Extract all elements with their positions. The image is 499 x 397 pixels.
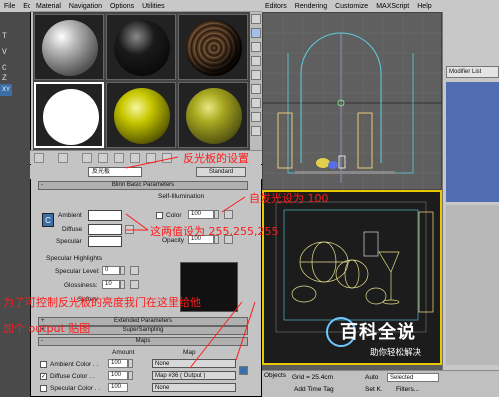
annotation-color-values: 这两值设为 255,255,255: [150, 225, 279, 238]
annotation-output-line2: 加个 output 贴图: [3, 322, 91, 335]
annotation-output-line1: 为了可控制反光板的亮度我门在这里给他: [3, 296, 201, 309]
watermark-subtitle: 助你轻松解决: [370, 348, 422, 358]
watermark: 百科全说 助你轻松解决: [326, 317, 460, 368]
watermark-title: 百科全说: [340, 322, 416, 343]
annotation-self-illum: 自发光设为 100: [249, 192, 329, 205]
annotation-title: 反光板的设置: [183, 152, 249, 165]
